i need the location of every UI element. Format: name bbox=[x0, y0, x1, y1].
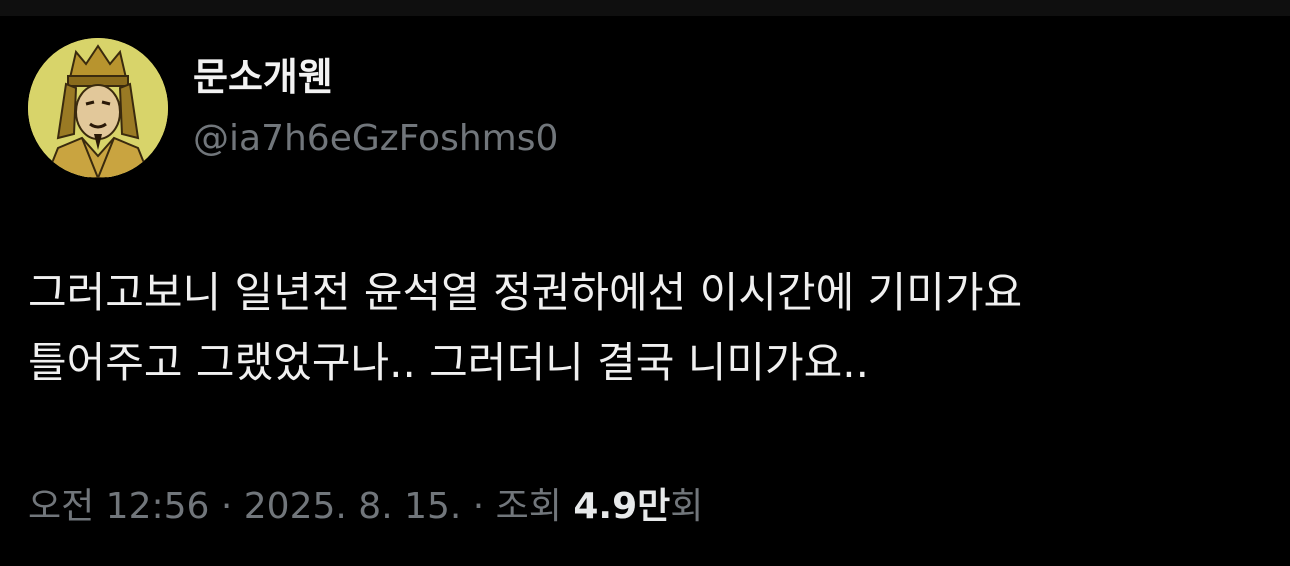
top-status-strip bbox=[0, 0, 1290, 16]
tweet-time[interactable]: 오전 12:56 bbox=[28, 486, 209, 527]
tweet-text: 그러고보니 일년전 윤석열 정권하에선 이시간에 기미가요 틀어주고 그랬었구나… bbox=[28, 258, 1268, 398]
tweet-text-line: 틀어주고 그랬었구나.. 그러더니 결국 니미가요.. bbox=[28, 338, 869, 387]
author-handle[interactable]: @ia7h6eGzFoshms0 bbox=[193, 114, 558, 164]
tweet-meta: 오전 12:56 · 2025. 8. 15. · 조회 4.9만회 bbox=[28, 482, 703, 532]
author-display-name[interactable]: 문소개웬 bbox=[193, 52, 333, 102]
meta-separator: · bbox=[461, 486, 496, 527]
meta-separator: · bbox=[209, 486, 244, 527]
tweet-text-line: 그러고보니 일년전 윤석열 정권하에선 이시간에 기미가요 bbox=[28, 268, 1023, 317]
views-count[interactable]: 4.9만 bbox=[573, 486, 670, 527]
avatar[interactable] bbox=[28, 38, 168, 178]
views-suffix: 회 bbox=[670, 486, 704, 527]
views-label: 조회 bbox=[495, 486, 574, 527]
tweet-date[interactable]: 2025. 8. 15. bbox=[244, 486, 462, 527]
profile-avatar-illustration bbox=[28, 38, 168, 178]
